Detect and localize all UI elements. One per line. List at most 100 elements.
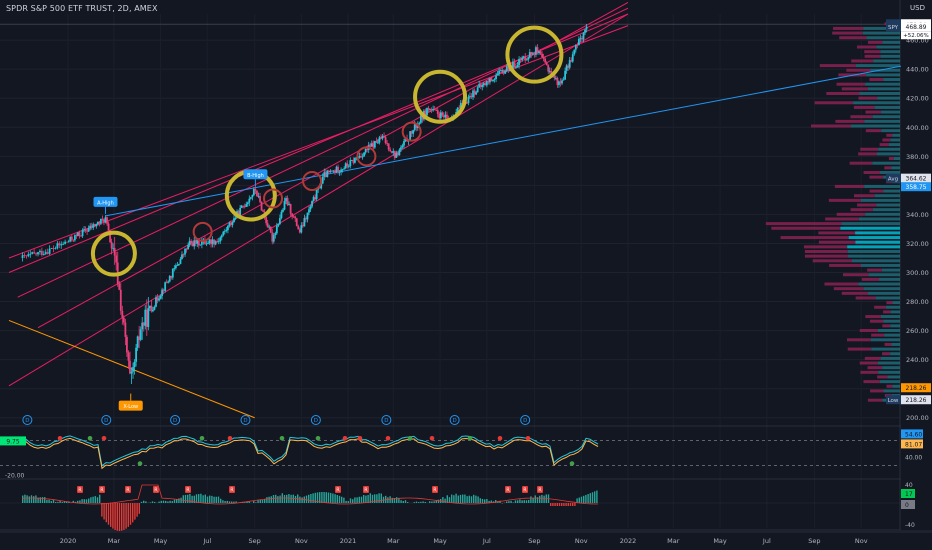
profile-bar-sell	[886, 133, 893, 137]
momentum-bar	[217, 496, 220, 503]
candle-body	[363, 152, 366, 157]
profile-bar-sell	[839, 36, 867, 40]
candle-body	[442, 115, 445, 118]
profile-bar-sell	[863, 380, 880, 384]
candle-body	[161, 289, 163, 296]
candle-body	[564, 70, 566, 80]
symbol-title[interactable]: SPDR S&P 500 ETF TRUST, 2D, AMEX	[6, 4, 158, 13]
profile-bar-buy	[879, 277, 900, 281]
momentum-bar	[99, 494, 101, 503]
y-tick-label: 200.00	[906, 414, 929, 422]
momentum-bar	[404, 500, 407, 503]
x-tick-label: 2022	[620, 537, 637, 545]
candle-body	[139, 329, 142, 340]
oscillator-axis-label: 54.60	[905, 431, 922, 438]
candle-body	[126, 336, 128, 353]
candle-body	[274, 233, 277, 236]
candle-body	[262, 210, 264, 212]
candle-body	[78, 232, 81, 236]
momentum-bar	[173, 499, 176, 503]
candle-body	[121, 310, 124, 318]
x-tick-label: Mar	[667, 537, 680, 545]
profile-bar-sell	[804, 254, 848, 258]
price-chart[interactable]: A-High B-High X-Low D D D D D D D D 9.75 -20.00 R R R…	[0, 0, 932, 550]
candle-body	[176, 265, 179, 266]
candle-body	[231, 222, 234, 225]
momentum-bar	[451, 494, 453, 503]
candle-body	[519, 58, 522, 60]
time-axis[interactable]: 2020 Mar May Jul Sep Nov 2021 Mar May Jul Sep Nov 20…	[0, 531, 932, 545]
oscillator-dot	[227, 436, 233, 441]
momentum-bar	[204, 494, 206, 503]
profile-bar-sell	[886, 384, 893, 388]
momentum-bar	[530, 496, 532, 503]
red-circle	[302, 171, 323, 192]
candle-body	[260, 201, 263, 211]
candle-body	[92, 224, 95, 228]
momentum-bar	[123, 503, 125, 530]
y-tick-label: 420.00	[906, 95, 929, 103]
profile-bar-sell	[865, 110, 882, 114]
candle-body	[413, 124, 416, 130]
profile-bar-sell	[850, 115, 873, 119]
momentum-bar	[55, 502, 57, 503]
event-marker-label: D	[453, 418, 457, 424]
momentum-bar	[378, 493, 380, 503]
candle-body	[343, 168, 346, 170]
candle-body	[574, 45, 577, 50]
momentum-bar	[253, 501, 255, 503]
candle-body	[301, 225, 304, 227]
candle-body	[585, 26, 588, 30]
oscillator-dot	[429, 436, 435, 441]
momentum-bar	[580, 496, 583, 503]
momentum-bar	[149, 502, 151, 503]
momentum-bar	[589, 493, 591, 503]
momentum-bar	[182, 495, 184, 503]
momentum-bar	[358, 496, 360, 503]
candle-body	[326, 170, 329, 178]
momentum-bar	[479, 498, 481, 503]
candle-body	[487, 81, 490, 83]
momentum-bar	[118, 503, 121, 531]
candle-body	[193, 240, 196, 247]
candle-body	[295, 218, 298, 227]
momentum-bar	[574, 503, 576, 506]
candle-body	[470, 95, 473, 98]
profile-bar-buy	[865, 82, 900, 86]
candle-body	[42, 253, 45, 255]
candle-body	[56, 243, 59, 249]
momentum-bar	[310, 494, 312, 503]
momentum-bar	[48, 499, 50, 503]
candle-body	[164, 282, 167, 291]
momentum-bar	[41, 497, 44, 503]
profile-bar-buy	[875, 296, 900, 300]
axis-background	[901, 0, 932, 530]
candle-body	[515, 66, 517, 68]
candle-body	[93, 224, 96, 227]
profile-bar-buy	[883, 319, 900, 323]
currency-label[interactable]: USD	[910, 4, 925, 12]
momentum-bar	[578, 497, 580, 503]
profile-bar-buy	[880, 356, 900, 360]
candle-body	[64, 241, 66, 244]
candle-body	[187, 245, 190, 250]
momentum-bar	[376, 494, 378, 503]
profile-bar-buy	[876, 152, 900, 156]
momentum-bar	[103, 503, 105, 520]
momentum-bar	[583, 495, 585, 503]
profile-bar-buy	[872, 115, 900, 119]
momentum-bar	[138, 503, 140, 514]
momentum-bar	[110, 503, 112, 527]
candle-body	[527, 57, 530, 60]
profile-bar-sell	[810, 124, 852, 128]
momentum-bar	[561, 503, 563, 506]
profile-bar-sell	[834, 184, 865, 188]
profile-bar-buy	[891, 342, 900, 346]
candle-body	[254, 188, 257, 191]
momentum-marker-label: R	[433, 488, 437, 494]
profile-bar-sell	[888, 157, 894, 161]
candle-body	[426, 108, 428, 116]
momentum-bar	[220, 498, 222, 503]
candle-body	[504, 70, 507, 74]
momentum-bar	[24, 494, 26, 503]
